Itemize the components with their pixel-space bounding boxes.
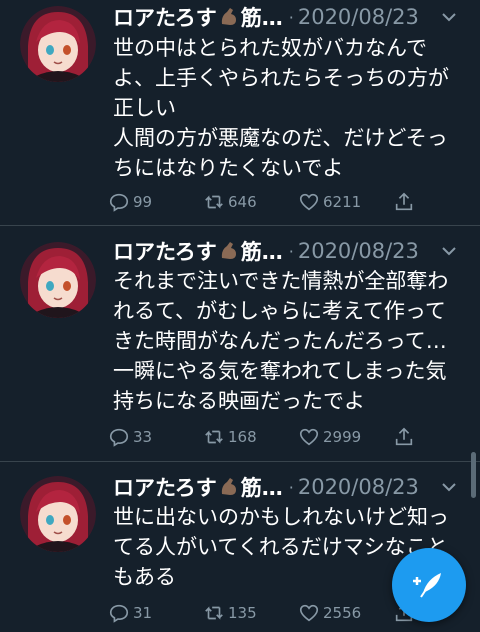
- share-button[interactable]: [393, 426, 418, 448]
- reply-icon: [109, 428, 129, 447]
- avatar[interactable]: [20, 6, 96, 82]
- compose-tweet-button[interactable]: [392, 548, 466, 622]
- like-icon: [299, 193, 319, 211]
- reply-icon: [109, 193, 129, 212]
- display-name[interactable]: ロアたろす: [113, 236, 217, 266]
- like-count: 2556: [323, 604, 362, 622]
- separator-dot: ·: [288, 241, 294, 261]
- share-icon: [395, 192, 413, 211]
- flexed-arm-icon: [221, 478, 236, 495]
- like-count: 2999: [323, 428, 362, 446]
- reply-count: 99: [133, 193, 153, 211]
- retweet-icon: [205, 195, 223, 209]
- flexed-arm-icon: [221, 242, 236, 259]
- tweet[interactable]: ロアたろす 筋… · 2020/08/23 世の中はとられた奴がバカなんで よ、…: [0, 0, 480, 226]
- like-count: 6211: [323, 193, 362, 211]
- like-button[interactable]: 6211: [298, 191, 393, 213]
- tweet-actions: 99 646 6211: [108, 189, 418, 215]
- display-name-suffix: 筋…: [240, 6, 283, 30]
- retweet-count: 168: [228, 428, 257, 446]
- separator-dot: ·: [288, 7, 294, 27]
- tweet-text: 世の中はとられた奴がバカなんで よ、上手くやられたらそっちの方が 正しい 人間の…: [113, 36, 449, 180]
- retweet-icon: [205, 606, 223, 620]
- like-button[interactable]: 2556: [298, 602, 393, 624]
- tweet-actions: 31 135 2556: [108, 600, 418, 626]
- chevron-down-icon[interactable]: [440, 242, 458, 260]
- avatar[interactable]: [20, 242, 96, 318]
- reply-button[interactable]: 99: [108, 191, 203, 213]
- tweet-date[interactable]: 2020/08/23: [298, 5, 419, 29]
- compose-tweet-icon: [413, 573, 441, 598]
- retweet-button[interactable]: 168: [203, 426, 298, 448]
- timeline: ロアたろす 筋… · 2020/08/23 世の中はとられた奴がバカなんで よ、…: [0, 0, 480, 632]
- display-name-suffix: 筋…: [240, 240, 283, 264]
- like-button[interactable]: 2999: [298, 426, 393, 448]
- tweet-header: ロアたろす 筋… · 2020/08/23: [113, 2, 419, 32]
- share-icon: [395, 427, 413, 446]
- tweet-header: ロアたろす 筋… · 2020/08/23: [113, 236, 419, 266]
- tweet-date[interactable]: 2020/08/23: [298, 475, 419, 499]
- like-icon: [299, 604, 319, 622]
- like-icon: [299, 428, 319, 446]
- tweet[interactable]: ロアたろす 筋… · 2020/08/23 それまで注いできた情熱が全部奪わ れ…: [0, 226, 480, 462]
- retweet-button[interactable]: 135: [203, 602, 298, 624]
- reply-count: 33: [133, 428, 153, 446]
- retweet-icon: [205, 430, 223, 444]
- reply-button[interactable]: 31: [108, 602, 203, 624]
- tweet-header: ロアたろす 筋… · 2020/08/23: [113, 472, 419, 502]
- tweet-actions: 33 168 2999: [108, 424, 418, 450]
- retweet-count: 135: [228, 604, 257, 622]
- display-name[interactable]: ロアたろす: [113, 2, 217, 32]
- separator-dot: ·: [288, 477, 294, 497]
- reply-count: 31: [133, 604, 153, 622]
- reply-icon: [109, 604, 129, 623]
- avatar[interactable]: [20, 476, 96, 552]
- display-name-suffix: 筋…: [240, 476, 283, 500]
- chevron-down-icon[interactable]: [440, 478, 458, 496]
- chevron-down-icon[interactable]: [440, 8, 458, 26]
- flexed-arm-icon: [221, 8, 236, 25]
- tweet-text: それまで注いできた情熱が全部奪わ れるて、がむしゃらに考えて作って きた時間がな…: [113, 269, 449, 413]
- share-button[interactable]: [393, 191, 418, 213]
- retweet-count: 646: [228, 193, 257, 211]
- reply-button[interactable]: 33: [108, 426, 203, 448]
- retweet-button[interactable]: 646: [203, 191, 298, 213]
- scrollbar[interactable]: [471, 452, 476, 498]
- display-name[interactable]: ロアたろす: [113, 472, 217, 502]
- tweet-date[interactable]: 2020/08/23: [298, 239, 419, 263]
